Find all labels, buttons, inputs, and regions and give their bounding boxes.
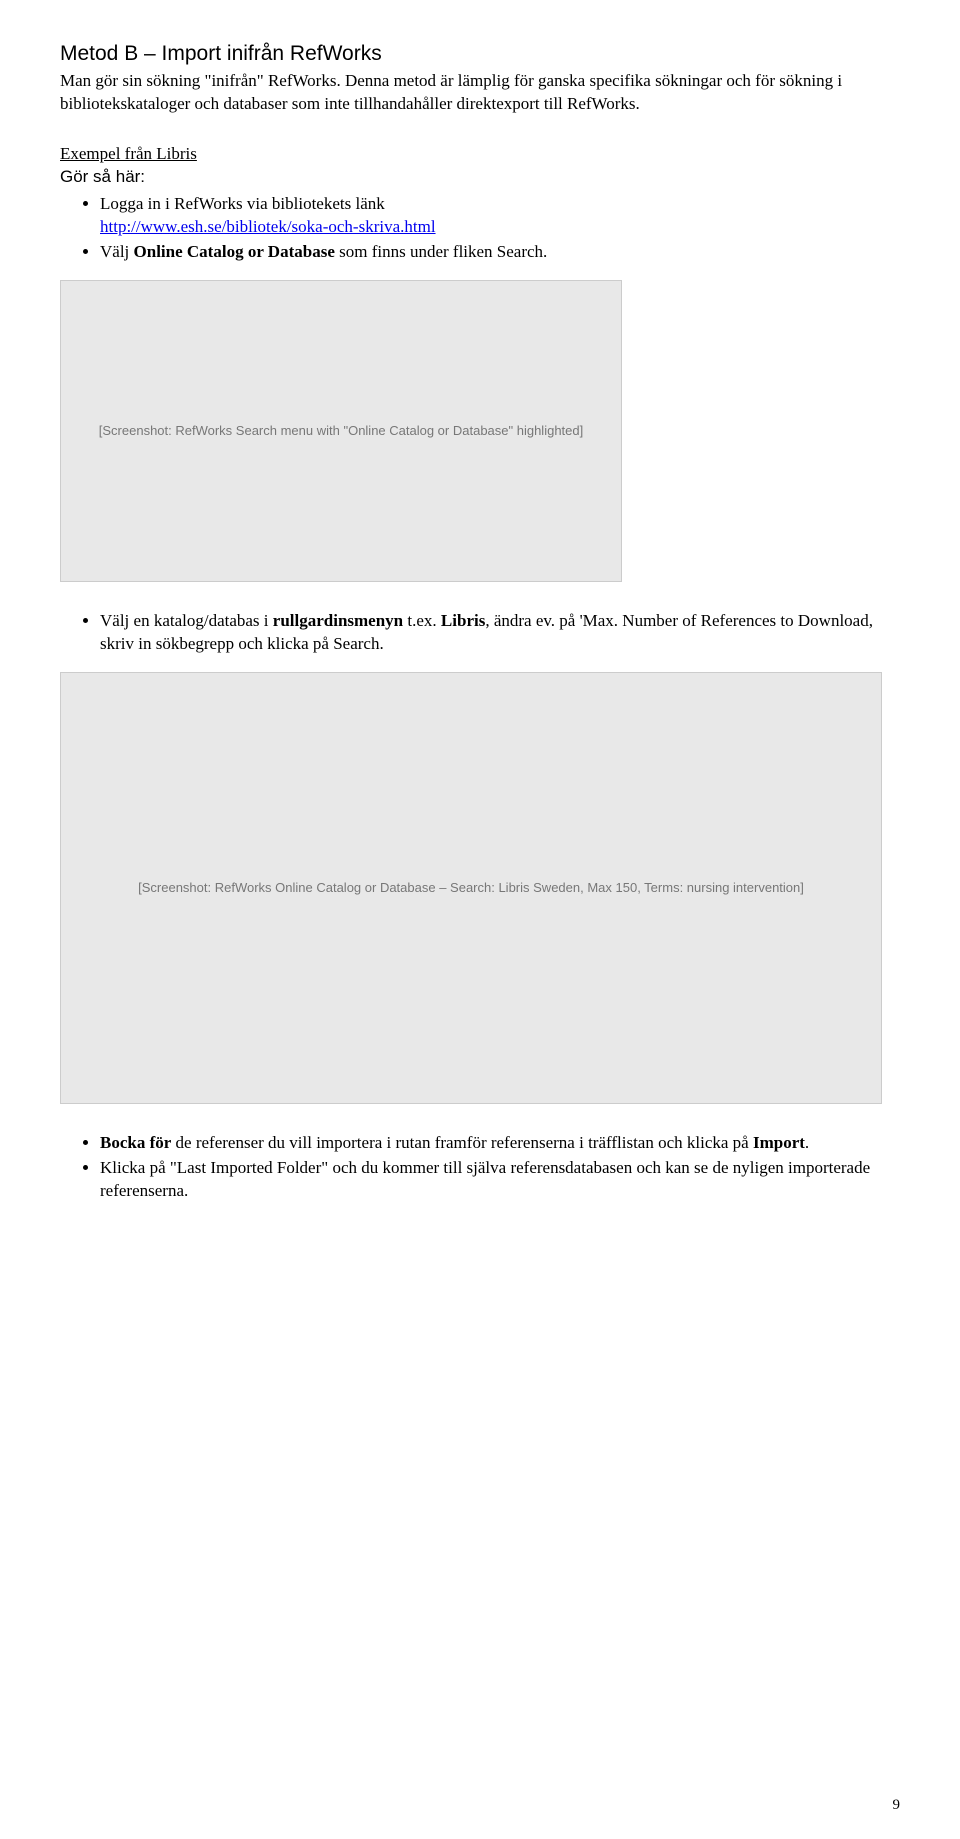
intro-paragraph: Man gör sin sökning "inifrån" RefWorks. … [60,70,900,116]
step-bold: Bocka för [100,1133,171,1152]
step-text: . [805,1133,809,1152]
list-item: Välj en katalog/databas i rullgardinsmen… [100,610,900,656]
list-item: Bocka för de referenser du vill importer… [100,1132,900,1155]
gor-sa-har-label: Gör så här: [60,167,145,186]
step-text: Välj en katalog/databas i [100,611,273,630]
step-list-3: Bocka för de referenser du vill importer… [60,1132,900,1203]
step-text: t.ex. [403,611,441,630]
bibliotek-link[interactable]: http://www.esh.se/bibliotek/soka-och-skr… [100,217,436,236]
list-item: Välj Online Catalog or Database som finn… [100,241,900,264]
step-bold: Online Catalog or Database [134,242,335,261]
step-bold: Libris [441,611,485,630]
step-list-2: Välj en katalog/databas i rullgardinsmen… [60,610,900,656]
step-text: de referenser du vill importera i rutan … [171,1133,753,1152]
page-title: Metod B – Import inifrån RefWorks [60,40,900,68]
step-text: Klicka på "Last Imported Folder" och du … [100,1158,870,1200]
step-text: Logga in i RefWorks via bibliotekets län… [100,194,385,213]
example-heading: Exempel från Libris [60,144,197,163]
screenshot-refworks-menu: [Screenshot: RefWorks Search menu with "… [60,280,622,582]
screenshot-refworks-search: [Screenshot: RefWorks Online Catalog or … [60,672,882,1104]
step-bold: rullgardinsmenyn [273,611,403,630]
list-item: Klicka på "Last Imported Folder" och du … [100,1157,900,1203]
step-text: som finns under fliken Search. [335,242,547,261]
page-number: 9 [893,1795,901,1815]
step-text: Välj [100,242,134,261]
step-list-1: Logga in i RefWorks via bibliotekets län… [60,193,900,264]
list-item: Logga in i RefWorks via bibliotekets län… [100,193,900,239]
step-bold: Import [753,1133,805,1152]
